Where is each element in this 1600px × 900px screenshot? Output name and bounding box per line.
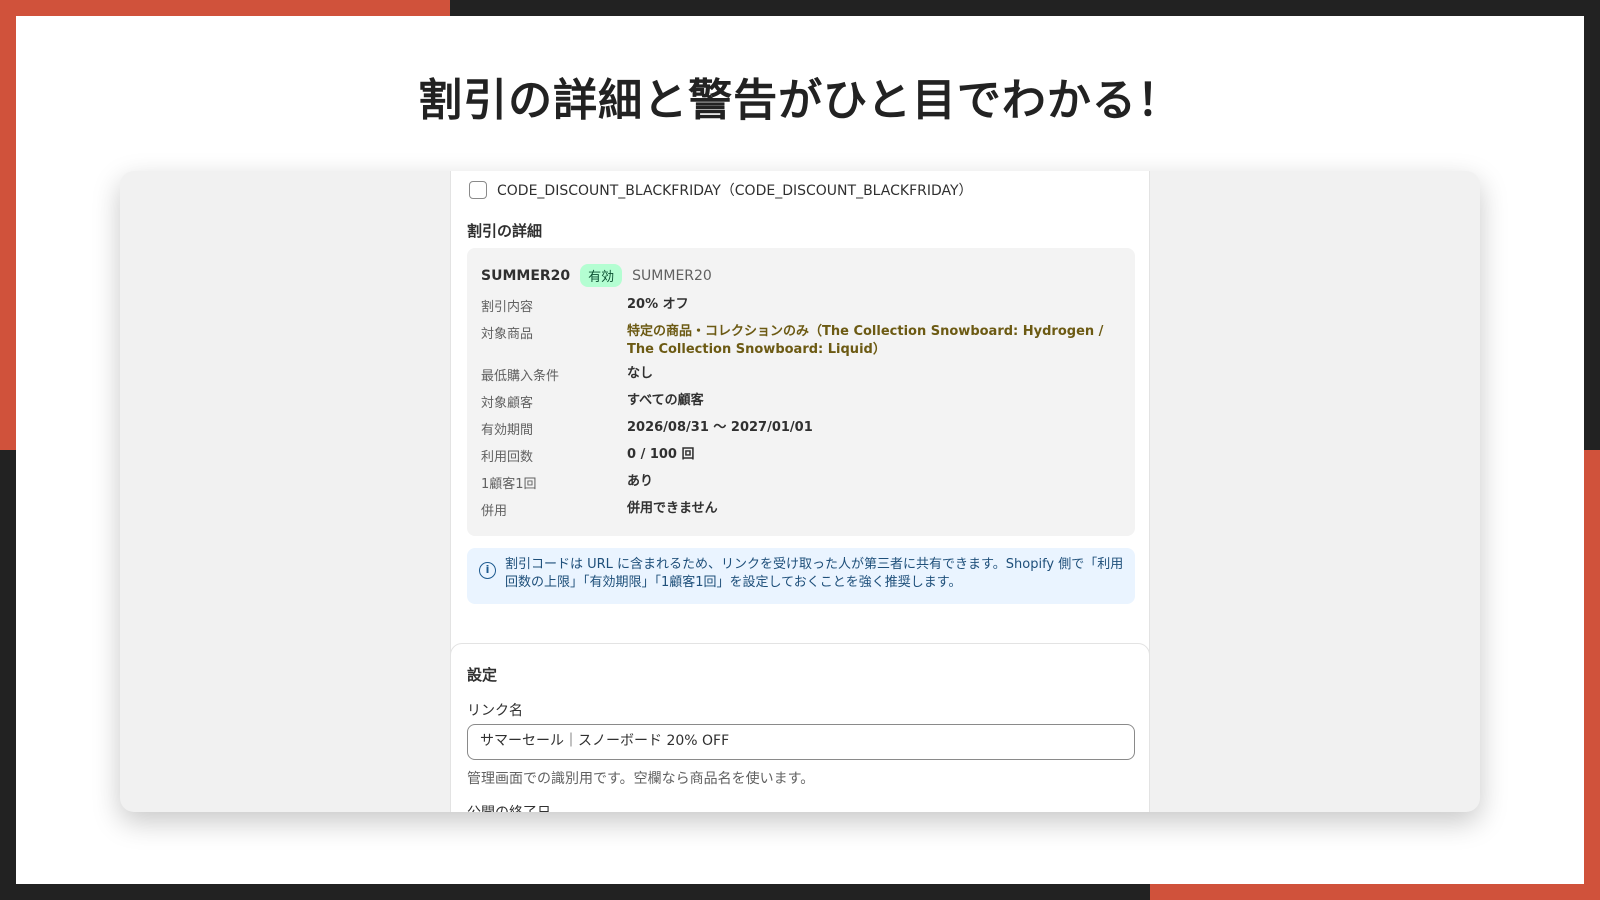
detail-value: 特定の商品・コレクションのみ（The Collection Snowboard:… [627,324,1104,357]
info-icon: i [479,562,496,579]
link-name-help: 管理画面での識別用です。空欄なら商品名を使います。 [467,771,815,787]
warning-text: 割引コードは URL に含まれるため、リンクを受け取った人が第三者に共有できます… [505,557,1124,590]
share-warning-banner: i 割引コードは URL に含まれるため、リンクを受け取った人が第三者に共有でき… [467,548,1135,604]
discount-code-id: SUMMER20 [632,267,712,284]
link-name-label: リンク名 [467,703,523,719]
link-name-input[interactable]: サマーセール｜スノーボード 20% OFF [467,724,1135,760]
detail-value: 併用できません [627,501,718,516]
detail-key: 併用 [481,504,508,519]
detail-key: 有効期間 [481,423,534,438]
detail-key: 1顧客1回 [481,477,537,492]
detail-key: 最低購入条件 [481,369,560,384]
decor-dark-bar-top [450,0,1600,16]
details-section-title: 割引の詳細 [467,222,543,240]
decor-red-bar-bottom [1150,884,1600,900]
detail-value: 2026/08/31 〜 2027/01/01 [627,420,813,435]
app-screenshot: CODE_DISCOUNT_BLACKFRIDAY（CODE_DISCOUNT_… [120,171,1480,812]
discount-option-row[interactable]: CODE_DISCOUNT_BLACKFRIDAY（CODE_DISCOUNT_… [469,180,973,200]
detail-key: 割引内容 [481,300,534,315]
discount-code-header: SUMMER20 有効 SUMMER20 [481,264,712,287]
discount-detail-box: SUMMER20 有効 SUMMER20 割引内容 20% オフ 対象商品 特定… [467,248,1135,536]
decor-dark-bar-bottom [0,884,1150,900]
discount-option-label: CODE_DISCOUNT_BLACKFRIDAY（CODE_DISCOUNT_… [497,183,973,199]
discount-code-name: SUMMER20 [481,267,571,284]
detail-value: 0 / 100 回 [627,447,695,462]
settings-card: 設定 リンク名 サマーセール｜スノーボード 20% OFF 管理画面での識別用で… [450,643,1150,812]
settings-title: 設定 [467,666,498,684]
decor-dark-bar-left [0,450,16,900]
detail-value: あり [627,474,654,489]
end-date-label: 公開の終了日 [467,802,551,812]
status-badge: 有効 [580,264,623,287]
detail-value: 20% オフ [627,297,689,312]
discount-checkbox[interactable] [469,181,487,199]
detail-value: なし [627,366,654,381]
detail-key: 対象商品 [481,327,534,342]
detail-key: 利用回数 [481,450,534,465]
detail-key: 対象顧客 [481,396,534,411]
decor-red-bar-right [1584,450,1600,900]
slide-headline: 割引の詳細と警告がひと目でわかる！ [418,75,1182,126]
detail-value: すべての顧客 [627,393,704,408]
